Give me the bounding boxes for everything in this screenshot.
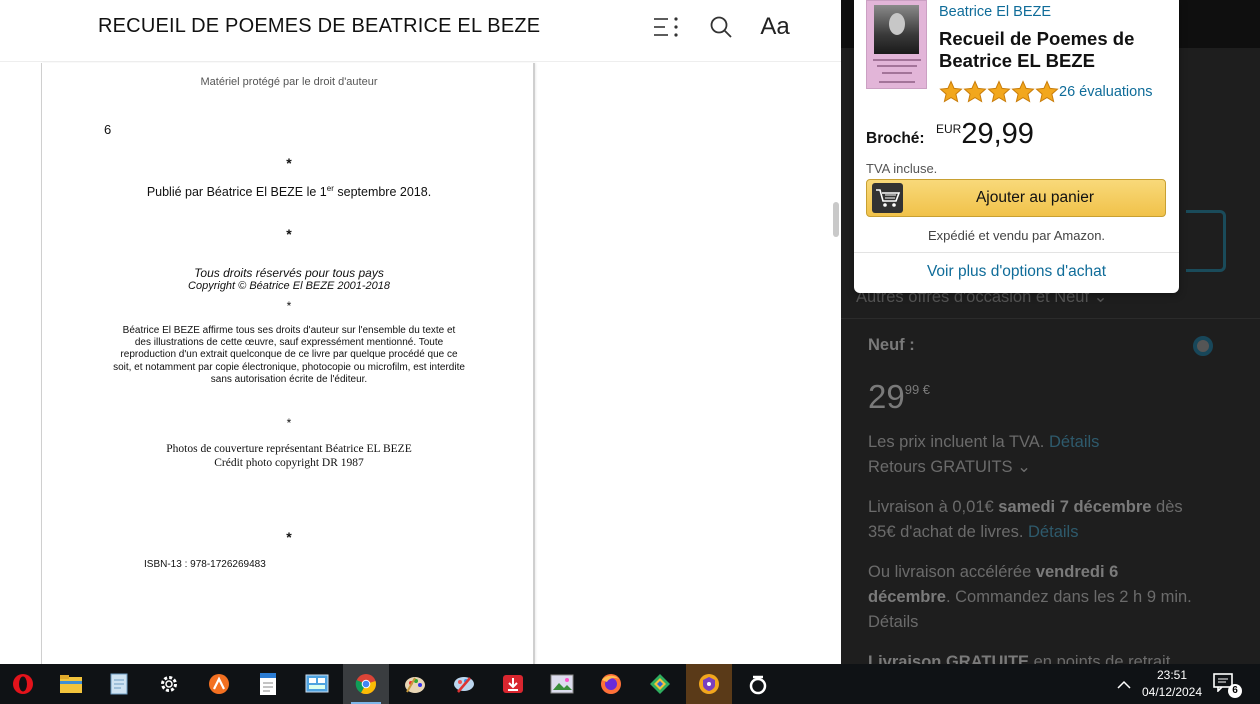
vpn-icon[interactable]: [686, 664, 732, 704]
book-page: Matériel protégé par le droit d'auteur 6…: [41, 63, 535, 664]
screen: RECUEIL DE POEMES DE BEATRICE EL BEZE Aa: [0, 0, 1260, 704]
author-link[interactable]: Beatrice El BEZE: [939, 4, 1051, 20]
star-icon: [939, 80, 963, 103]
firefox-icon[interactable]: [588, 664, 634, 704]
cover-text-line: [882, 72, 912, 74]
font-settings-icon: Aa: [760, 13, 790, 40]
font-settings-button[interactable]: Aa: [757, 12, 793, 42]
option-box: [1186, 210, 1226, 272]
chevron-up-icon: [1117, 680, 1131, 689]
separator-star: *: [286, 416, 292, 430]
cover-text-line: [879, 81, 915, 83]
neuf-label: Neuf :: [868, 336, 915, 354]
rights-paragraph: Béatrice El BEZE affirme tous ses droits…: [113, 325, 465, 385]
reader-scrollbar[interactable]: [833, 202, 839, 237]
avast-icon[interactable]: [196, 664, 242, 704]
delivery-info: Livraison à 0,01€ samedi 7 décembre dès: [868, 498, 1183, 516]
divider: [841, 318, 1260, 319]
isbn: ISBN-13 : 978-1726269483: [144, 559, 266, 570]
notepad-icon[interactable]: [96, 664, 142, 704]
search-button[interactable]: [703, 12, 739, 42]
opera-icon[interactable]: [0, 664, 46, 704]
table-of-contents-button[interactable]: [648, 12, 684, 42]
system-clock[interactable]: 23:51 04/12/2024: [1136, 667, 1208, 701]
details-link[interactable]: Détails: [868, 610, 918, 635]
tax-info: Les prix incluent la TVA. Détails: [868, 433, 1100, 451]
tax-note: TVA incluse.: [866, 161, 938, 176]
ebook-reader: RECUEIL DE POEMES DE BEATRICE EL BEZE Aa: [0, 0, 841, 664]
book-title: RECUEIL DE POEMES DE BEATRICE EL BEZE: [98, 15, 541, 37]
separator-star: *: [286, 155, 292, 171]
kaspersky-icon[interactable]: [637, 664, 683, 704]
control-panel-icon[interactable]: [294, 664, 340, 704]
star-icon: [987, 80, 1011, 103]
cart-icon: [872, 183, 903, 213]
copyright-line: Copyright © Béatrice El BEZE 2001-2018: [188, 280, 390, 292]
notification-center-button[interactable]: 6: [1212, 672, 1242, 698]
download-icon[interactable]: [490, 664, 536, 704]
separator-star: *: [286, 226, 292, 242]
reader-header: RECUEIL DE POEMES DE BEATRICE EL BEZE Aa: [0, 0, 841, 62]
divider: [854, 252, 1179, 253]
settings-icon[interactable]: [146, 664, 192, 704]
star-icon: [1035, 80, 1059, 103]
format-label: Broché:: [866, 130, 925, 147]
star-icon: [1011, 80, 1035, 103]
publication-line: Publié par Béatrice El BEZE le 1er septe…: [146, 184, 432, 200]
reviews-link[interactable]: 26 évaluations: [1059, 84, 1153, 100]
search-icon: [710, 16, 732, 38]
photo-viewer-icon[interactable]: [539, 664, 585, 704]
add-to-cart-button[interactable]: Ajouter au panier: [866, 179, 1166, 217]
book-cover-image[interactable]: [866, 0, 927, 89]
neuf-radio[interactable]: [1193, 336, 1213, 356]
page-number: 6: [104, 122, 112, 137]
show-hidden-icons-button[interactable]: [1113, 674, 1135, 696]
separator-star: *: [286, 299, 292, 313]
more-buying-options-link[interactable]: Voir plus d'options d'achat: [854, 263, 1179, 281]
details-link[interactable]: Détails: [1049, 433, 1099, 451]
paint-icon[interactable]: [392, 664, 438, 704]
document-icon[interactable]: [245, 664, 291, 704]
price-main: 2999 €: [868, 378, 931, 415]
cover-text-line: [877, 65, 917, 67]
cover-photo-credit: Photos de couverture représentant Béatri…: [166, 443, 412, 469]
table-of-contents-icon: [654, 17, 678, 37]
star-icon: [963, 80, 987, 103]
add-to-cart-label: Ajouter au panier: [975, 189, 1095, 206]
cover-photo: [874, 5, 919, 54]
returns-link[interactable]: Retours GRATUITS ⌄: [868, 455, 1031, 480]
rating-stars[interactable]: [939, 80, 1059, 104]
windows-taskbar: 23:51 04/12/2024 6: [0, 664, 1260, 704]
details-link[interactable]: Détails: [1028, 523, 1078, 541]
free-delivery: Livraison GRATUITE en points de retrait: [868, 653, 1171, 664]
product-title[interactable]: Recueil de Poemes de Beatrice EL BEZE: [939, 28, 1174, 72]
express-delivery-2: décembre. Commandez dans les 2 h 9 min.: [868, 588, 1192, 606]
app-icon[interactable]: [735, 664, 781, 704]
paint-brush-icon[interactable]: [441, 664, 487, 704]
rights-reserved: Tous droits réservés pour tous pays: [194, 266, 384, 280]
clock-date: 04/12/2024: [1141, 685, 1203, 699]
cover-text-line: [873, 59, 921, 61]
protected-notice: Matériel protégé par le droit d'auteur: [200, 76, 378, 88]
shipped-by: Expédié et vendu par Amazon.: [927, 228, 1106, 243]
price: EUR29,99: [936, 118, 1034, 150]
chrome-icon[interactable]: [343, 664, 389, 704]
buy-box-popup: Beatrice El BEZE Recueil de Poemes de Be…: [854, 0, 1179, 293]
file-explorer-icon[interactable]: [48, 664, 94, 704]
express-delivery: Ou livraison accélérée vendredi 6: [868, 563, 1119, 581]
notification-count: 6: [1228, 684, 1242, 698]
separator-star: *: [286, 529, 292, 545]
delivery-info-2: 35€ d'achat de livres. Détails: [868, 523, 1079, 541]
clock-time: 23:51: [1156, 668, 1188, 682]
